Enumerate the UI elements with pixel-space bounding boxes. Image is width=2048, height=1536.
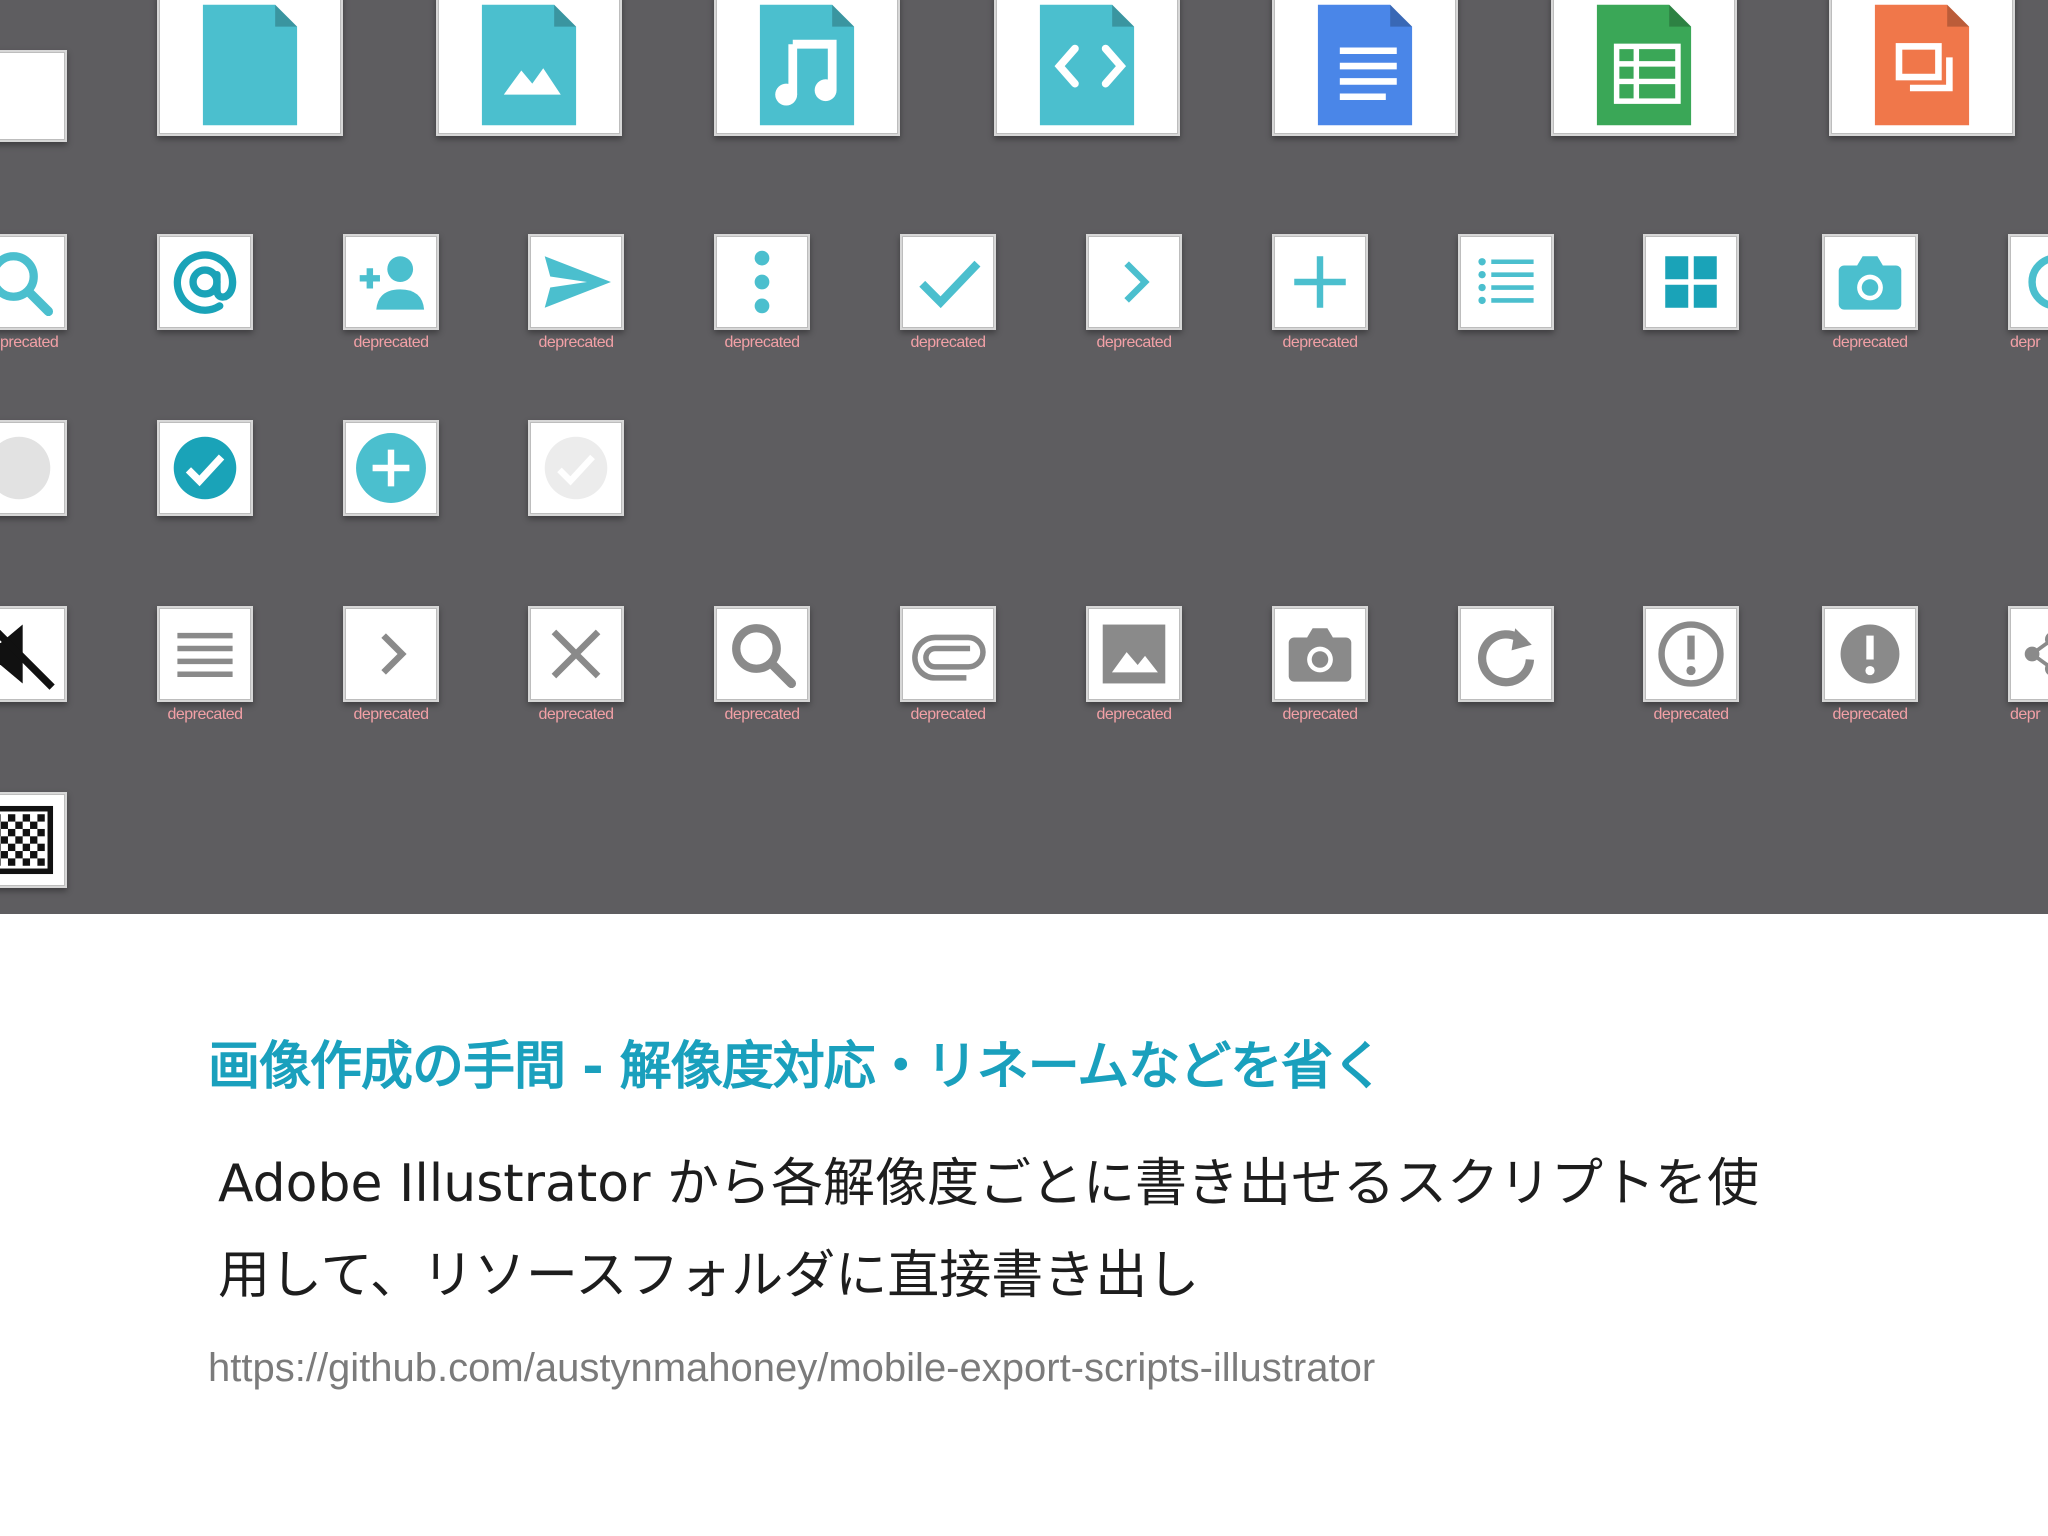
icon-tile — [0, 50, 67, 142]
send-icon — [544, 256, 611, 308]
icon-tile — [1551, 0, 1737, 136]
icon-tile — [0, 234, 67, 330]
blank-tile-icon — [0, 52, 65, 140]
icon-tile — [994, 0, 1180, 136]
code-file-icon — [1039, 4, 1135, 126]
deprecated-label: precated — [0, 334, 59, 351]
icon-tile — [900, 606, 996, 702]
deprecated-label: deprecated — [724, 706, 800, 723]
icon-tile — [157, 0, 343, 136]
icon-tile — [528, 606, 624, 702]
deprecated-label: deprecated — [724, 334, 800, 351]
description-line-2: 用して、リソースフォルダに直接書き出し — [218, 1246, 1200, 1306]
deprecated-label: depr — [2010, 334, 2041, 351]
icon-tile — [1822, 606, 1918, 702]
icon-tile — [0, 420, 67, 516]
deprecated-label: deprecated — [1282, 334, 1358, 351]
icon-tile — [528, 234, 624, 330]
check-circle-disabled-icon — [544, 436, 608, 500]
icon-tile — [714, 0, 900, 136]
chevron-right-icon — [1124, 261, 1150, 303]
share-icon — [2024, 633, 2048, 675]
deprecated-label: deprecated — [353, 334, 429, 351]
slide-heading: 画像作成の手間 - 解像度対応・リネームなどを省く — [208, 1037, 1384, 1097]
github-link[interactable]: https://github.com/austynmahoney/mobile-… — [208, 1346, 1375, 1391]
chevron-right-icon — [381, 633, 407, 675]
deprecated-label: deprecated — [538, 334, 614, 351]
deprecated-label: deprecated — [1096, 334, 1172, 351]
icon-tile — [157, 606, 253, 702]
icon-tile — [1458, 606, 1554, 702]
icon-tile — [1086, 234, 1182, 330]
icon-tile — [1643, 606, 1739, 702]
camera-icon — [1288, 628, 1352, 682]
alert-outline-icon — [1658, 621, 1724, 687]
icon-tile — [1272, 606, 1368, 702]
deprecated-label: deprecated — [910, 334, 986, 351]
document-file-icon — [1317, 4, 1413, 126]
icon-tile — [343, 606, 439, 702]
gray-circle-icon — [0, 436, 51, 500]
close-icon — [551, 629, 601, 679]
icon-tile — [343, 420, 439, 516]
add-circle-icon — [356, 433, 426, 503]
icon-tile — [1458, 234, 1554, 330]
icon-tile — [343, 234, 439, 330]
alert-filled-icon — [1840, 624, 1900, 684]
deprecated-label: deprecated — [1096, 706, 1172, 723]
deprecated-label: depr — [2010, 706, 2041, 723]
camera-icon — [1838, 256, 1902, 310]
deprecated-label: deprecated — [1832, 334, 1908, 351]
icon-tile — [1272, 0, 1458, 136]
icon-tile — [2008, 234, 2048, 330]
at-sign-icon — [173, 251, 237, 314]
presentation-file-icon — [1874, 4, 1970, 126]
icon-artboard: precated deprecated deprecated deprecated de… — [0, 0, 2048, 914]
redo-icon — [1478, 628, 1535, 687]
icon-tile — [1272, 234, 1368, 330]
icon-tile — [900, 234, 996, 330]
search-icon — [0, 252, 54, 317]
image-icon — [1102, 624, 1166, 684]
deprecated-label: deprecated — [910, 706, 986, 723]
checkerboard-icon — [0, 805, 54, 875]
icon-tile — [436, 0, 622, 136]
icon-tile — [714, 606, 810, 702]
add-person-icon — [359, 256, 425, 310]
refresh-icon — [2028, 255, 2048, 309]
audio-file-icon — [759, 4, 855, 126]
generic-file-icon — [202, 4, 298, 126]
list-icon — [1478, 258, 1534, 305]
slide-description: Adobe Illustrator から各解像度ごとに書き出せるスクリプトを使 … — [218, 1138, 1858, 1322]
icon-tile — [2008, 606, 2048, 702]
icon-tile — [157, 234, 253, 330]
icon-tile — [0, 606, 67, 702]
paperclip-icon — [912, 634, 986, 681]
deprecated-label: deprecated — [538, 706, 614, 723]
checkmark-icon — [919, 260, 981, 309]
search-icon — [732, 624, 797, 689]
volume-mute-icon — [0, 624, 55, 690]
icon-tile — [0, 792, 67, 888]
plus-icon — [1294, 256, 1346, 308]
more-vertical-icon — [754, 250, 770, 314]
deprecated-label: deprecated — [167, 706, 243, 723]
description-line-1: Adobe Illustrator から各解像度ごとに書き出せるスクリプトを使 — [218, 1154, 1760, 1214]
icon-tile — [1643, 234, 1739, 330]
icon-tile — [1829, 0, 2015, 136]
icon-tile — [157, 420, 253, 516]
icon-tile — [528, 420, 624, 516]
deprecated-label: deprecated — [1653, 706, 1729, 723]
icon-tile — [1086, 606, 1182, 702]
check-circle-icon — [173, 436, 237, 500]
spreadsheet-file-icon — [1596, 4, 1692, 126]
icon-tile — [1822, 234, 1918, 330]
icon-tile — [714, 234, 810, 330]
deprecated-label: deprecated — [353, 706, 429, 723]
grid-icon — [1665, 256, 1717, 308]
image-file-icon — [481, 4, 577, 126]
deprecated-label: deprecated — [1282, 706, 1358, 723]
deprecated-label: deprecated — [1832, 706, 1908, 723]
menu-icon — [177, 632, 233, 677]
